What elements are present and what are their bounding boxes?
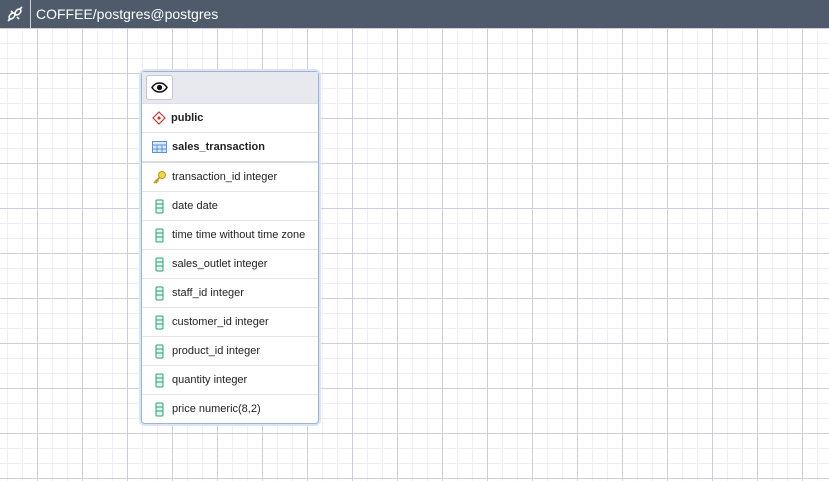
- column-icon: [155, 199, 164, 213]
- column-row[interactable]: time time without time zone: [142, 221, 318, 250]
- column-icon: [155, 315, 164, 329]
- column-icon: [155, 286, 164, 300]
- column-label: time time without time zone: [172, 229, 306, 241]
- connection-title: COFFEE/postgres@postgres: [36, 6, 219, 22]
- schema-row: public: [142, 104, 318, 133]
- toggle-details-button[interactable]: [146, 75, 173, 100]
- column-row[interactable]: date date: [142, 192, 318, 221]
- column-row[interactable]: quantity integer: [142, 366, 318, 395]
- column-icon: [155, 228, 164, 242]
- eye-icon: [151, 82, 168, 93]
- schema-name: public: [171, 112, 204, 124]
- top-bar: COFFEE/postgres@postgres: [0, 0, 829, 28]
- connection-icon[interactable]: [0, 0, 31, 28]
- schema-icon: [152, 111, 166, 125]
- column-icon: [155, 402, 164, 416]
- key-icon: [153, 170, 166, 184]
- column-label: quantity integer: [172, 374, 248, 386]
- column-label: product_id integer: [172, 345, 261, 357]
- column-label: sales_outlet integer: [172, 258, 268, 270]
- erd-canvas[interactable]: [0, 28, 829, 481]
- table-node-header: [142, 72, 318, 104]
- column-row[interactable]: sales_outlet integer: [142, 250, 318, 279]
- column-label: customer_id integer: [172, 316, 269, 328]
- column-icon: [155, 373, 164, 387]
- column-label: date date: [172, 200, 218, 212]
- table-icon: [152, 141, 167, 153]
- column-row[interactable]: price numeric(8,2): [142, 395, 318, 423]
- column-row[interactable]: transaction_id integer: [142, 163, 318, 192]
- column-icon: [155, 257, 164, 271]
- column-row[interactable]: staff_id integer: [142, 279, 318, 308]
- column-label: staff_id integer: [172, 287, 244, 299]
- table-name-row: sales_transaction: [142, 133, 318, 163]
- column-label: transaction_id integer: [172, 171, 278, 183]
- table-name: sales_transaction: [172, 141, 265, 153]
- table-node-sales-transaction[interactable]: public sales_transaction transaction_id …: [141, 71, 319, 424]
- column-label: price numeric(8,2): [172, 403, 261, 415]
- column-row[interactable]: customer_id integer: [142, 308, 318, 337]
- column-row[interactable]: product_id integer: [142, 337, 318, 366]
- column-icon: [155, 344, 164, 358]
